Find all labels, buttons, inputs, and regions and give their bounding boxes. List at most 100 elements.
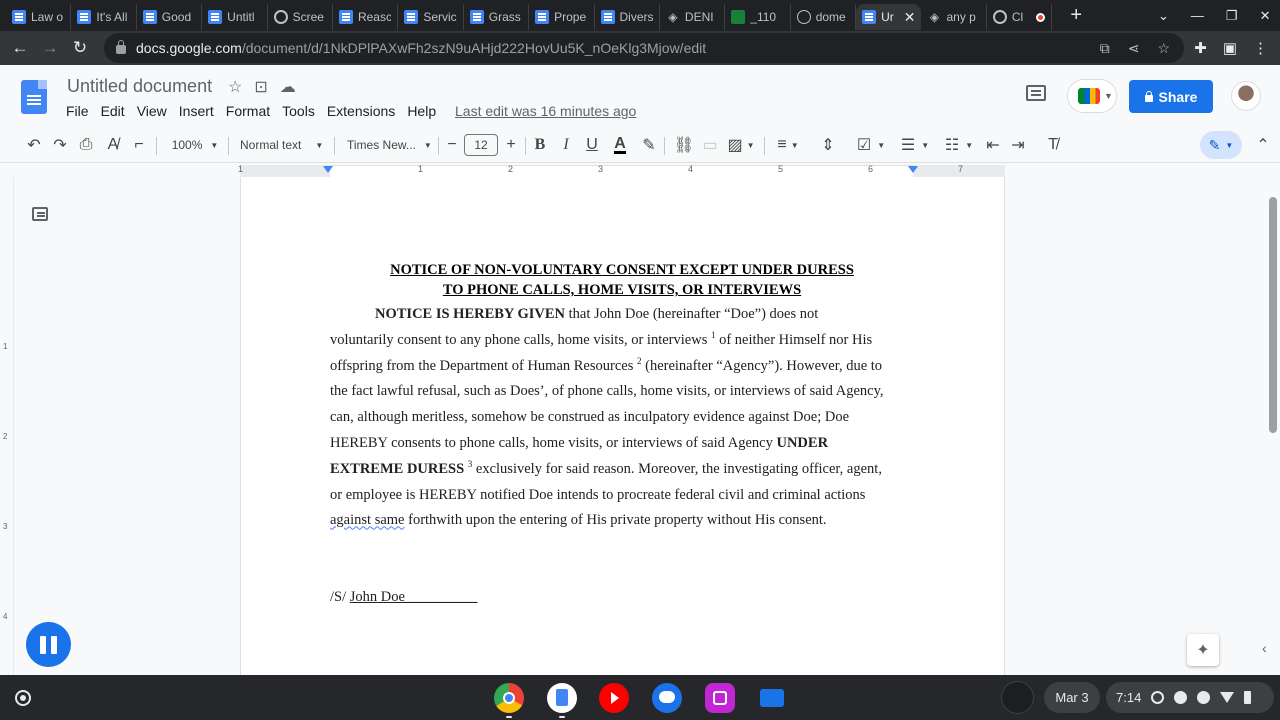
highlight-color-icon[interactable]: ✎ [639,127,659,163]
browser-menu-icon[interactable]: ⋮ [1253,39,1268,57]
italic-icon[interactable]: I [557,127,575,163]
side-panel-icon[interactable]: ▣ [1223,39,1237,57]
browser-tab[interactable]: ◈ any p [921,4,987,30]
address-bar[interactable]: docs.google.com /document/d/1NkDPlPAXwFh… [104,33,1184,63]
insert-image-icon[interactable]: ▨ ▼ [726,127,756,163]
menu-file[interactable]: File [66,103,89,119]
share-page-icon[interactable]: ⋖ [1128,40,1140,57]
paint-format-icon[interactable]: ⌐ [129,127,149,163]
spelling-suggestion[interactable]: against same [330,512,405,528]
browser-tab[interactable]: Prope [529,4,595,30]
redo-icon[interactable]: ↷ [50,127,70,163]
browser-tab[interactable]: Ur ✕ [856,4,922,30]
browser-tab[interactable]: Servic [398,4,464,30]
minimize-icon[interactable]: — [1191,8,1204,23]
menu-edit[interactable]: Edit [101,103,125,119]
paragraph-style-select[interactable]: Normal text ▼ [240,127,326,163]
files-app-icon[interactable] [757,683,787,713]
share-button[interactable]: Share [1129,80,1213,113]
docs-app-icon[interactable] [547,683,577,713]
last-edit-link[interactable]: Last edit was 16 minutes ago [455,103,636,119]
zoom-select[interactable]: 100% ▼ [168,127,222,163]
screencast-app-icon[interactable] [705,683,735,713]
editing-mode-button[interactable]: ✎ ▼ [1200,131,1242,159]
menu-format[interactable]: Format [226,103,270,119]
tab-search-icon[interactable]: ⌄ [1158,8,1169,24]
browser-tab[interactable]: Reasc [333,4,399,30]
browser-tab[interactable]: Cl [987,4,1053,30]
hide-menus-icon[interactable]: ⌃ [1254,127,1272,163]
browser-tab[interactable]: Grass [464,4,530,30]
explore-button[interactable]: ✦ [1187,634,1219,666]
menu-tools[interactable]: Tools [282,103,315,119]
document-title[interactable]: Untitled document [67,76,212,97]
comment-history-icon[interactable] [1026,85,1046,101]
browser-tab[interactable]: dome [791,4,857,30]
spellcheck-icon[interactable]: A̸ [102,127,124,163]
undo-icon[interactable]: ↶ [24,127,44,163]
checklist-icon[interactable]: ☑ ▼ [853,127,889,163]
text-color-icon[interactable]: A [610,127,630,163]
bookmark-star-icon[interactable]: ☆ [1157,40,1170,57]
font-select[interactable]: Times New... ▼ [347,127,433,163]
increase-font-size-button[interactable]: + [502,127,520,163]
tab-title: dome [815,10,846,24]
cloud-status-icon[interactable]: ☁ [280,77,296,97]
side-panel-toggle[interactable]: ‹ [1262,640,1280,660]
extensions-puzzle-icon[interactable]: ✚ [1194,39,1207,57]
print-icon[interactable]: ⎙ [76,127,96,163]
menu-extensions[interactable]: Extensions [327,103,395,119]
add-comment-icon[interactable]: ▭ [700,127,720,163]
chrome-app-icon[interactable] [494,683,524,713]
vertical-scrollbar[interactable] [1266,177,1280,675]
forward-button[interactable]: → [35,38,65,58]
browser-tab[interactable]: Good [137,4,203,30]
font-size-field[interactable]: 12 [464,127,498,163]
bold-icon[interactable]: B [531,127,549,163]
launcher-icon[interactable] [15,690,31,706]
right-indent-marker[interactable] [908,166,918,173]
docs-logo-icon[interactable] [21,80,47,114]
account-avatar[interactable] [1231,81,1261,111]
new-tab-button[interactable]: + [1064,4,1088,27]
menu-help[interactable]: Help [407,103,436,119]
tote-button[interactable] [1001,681,1034,714]
date-tray[interactable]: Mar 3 [1044,682,1100,713]
close-tab-icon[interactable]: ✕ [904,9,916,26]
maximize-icon[interactable]: ❐ [1226,8,1238,24]
close-window-icon[interactable]: ✕ [1260,8,1271,24]
messages-app-icon[interactable] [652,683,682,713]
line-spacing-icon[interactable]: ⇕ [817,127,839,163]
scrollbar-thumb[interactable] [1269,197,1277,433]
increase-indent-icon[interactable]: ⇥ [1008,127,1028,163]
menu-view[interactable]: View [137,103,167,119]
bulleted-list-icon[interactable]: ☰ ▼ [897,127,933,163]
browser-tab[interactable]: ◈ DENI [660,4,726,30]
browser-tab[interactable]: Untitl [202,4,268,30]
numbered-list-icon[interactable]: ☷ ▼ [941,127,977,163]
browser-tab[interactable]: Divers [595,4,660,30]
back-button[interactable]: ← [5,38,35,58]
browser-tab[interactable]: Scree [268,4,333,30]
document-outline-icon[interactable] [32,207,48,221]
browser-tab[interactable]: _110 [725,4,791,30]
browser-tab[interactable]: It's All [71,4,137,30]
status-tray[interactable]: 7:14 [1106,682,1274,713]
menu-insert[interactable]: Insert [179,103,214,119]
reload-button[interactable]: ↻ [65,38,95,58]
star-icon[interactable]: ☆ [228,77,242,97]
decrease-indent-icon[interactable]: ⇤ [983,127,1003,163]
left-indent-marker[interactable] [323,166,333,173]
open-in-app-icon[interactable]: ⧉ [1100,40,1110,57]
align-icon[interactable]: ≡ ▼ [773,127,803,163]
underline-icon[interactable]: U [583,127,601,163]
document-body[interactable]: NOTICE IS HEREBY GIVEN that John Doe (he… [330,302,914,534]
youtube-app-icon[interactable] [599,683,629,713]
browser-tab[interactable]: Law o [6,4,72,30]
recording-pause-button[interactable] [26,622,71,667]
decrease-font-size-button[interactable]: − [443,127,461,163]
move-folder-icon[interactable]: ⊡ [254,77,267,97]
insert-link-icon[interactable]: ⛓ [673,127,695,163]
clear-formatting-icon[interactable]: T̸ [1043,127,1063,163]
meet-button[interactable]: ▼ [1067,79,1117,113]
